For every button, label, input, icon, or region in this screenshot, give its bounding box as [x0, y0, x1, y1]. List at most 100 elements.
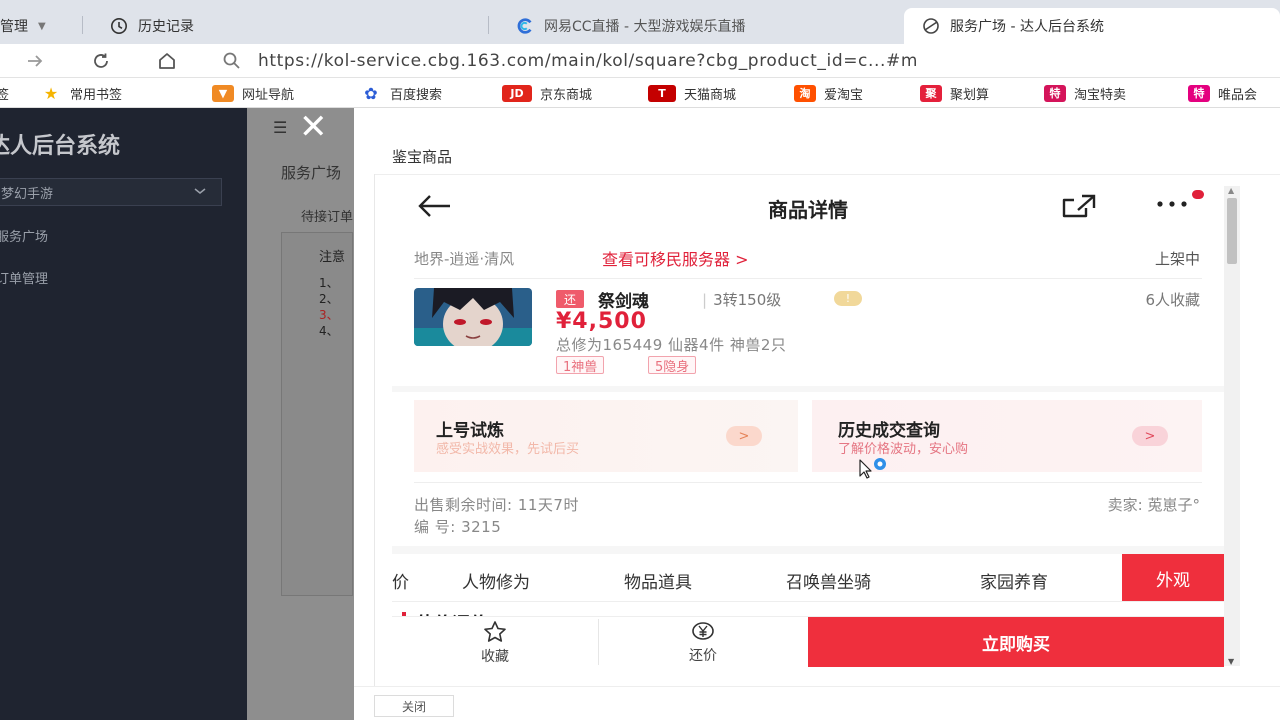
bargain-tag: 还 — [556, 290, 584, 308]
modal-title: 鉴宝商品 — [392, 148, 453, 166]
star-icon — [483, 620, 507, 646]
product-detail-frame: 商品详情 地界-逍遥·清风 查看可移民服务器 > 上架中 还 祭剑魂 | 3转1… — [392, 178, 1224, 668]
close-icon[interactable]: ✕ — [299, 110, 328, 144]
bookmark-tmall[interactable]: T 天猫商城 — [648, 84, 736, 103]
tab-appearance[interactable]: 外观 — [1122, 554, 1224, 602]
admin-sidebar: 达人后台系统 梦幻手游 服务广场 订单管理 — [0, 108, 247, 720]
character-level: | 3转150级 — [702, 291, 782, 309]
breadcrumb: 服务广场 — [281, 164, 342, 182]
price: ¥4,500 — [556, 309, 647, 334]
card-subtitle: 了解价格波动，安心购 — [838, 442, 969, 457]
bookmark-baidu[interactable]: ✿ 百度搜索 — [360, 83, 443, 103]
tab-price[interactable]: 价 — [392, 568, 409, 593]
favorite-label: 收藏 — [481, 649, 509, 665]
more-icon[interactable] — [1154, 194, 1194, 218]
notice-line: 3、 — [319, 308, 339, 322]
chevron-down-icon — [193, 184, 207, 202]
tmall-icon: T — [648, 84, 676, 102]
bookmark-partial[interactable]: 签 — [0, 84, 9, 103]
bookmark-label: 唯品会 — [1218, 87, 1258, 103]
yen-icon — [691, 621, 715, 645]
sidebar-item-orders[interactable]: 订单管理 — [0, 268, 48, 287]
tab-history[interactable]: 历史记录 — [110, 8, 290, 44]
home-icon[interactable] — [156, 50, 178, 72]
tab-admin[interactable]: 管理 ▼ — [0, 8, 80, 44]
seller-name: 卖家: 莵崽子° — [1107, 496, 1200, 514]
tab-label: 管理 — [0, 19, 28, 35]
bookmark-label: 爱淘宝 — [824, 87, 864, 103]
bargain-button[interactable]: 还价 — [598, 617, 808, 668]
history-icon — [110, 17, 128, 35]
appraisal-modal: 鉴宝商品 商品详情 地界-逍遥·清风 查看可移民服务器 > 上架中 还 祭剑魂 … — [354, 108, 1280, 720]
bookmark-jd[interactable]: JD 京东商城 — [502, 84, 592, 103]
bookmarks-bar: 签 ★ 常用书签 ▼ 网址导航 ✿ 百度搜索 JD 京东商城 T 天猫商城 淘 … — [0, 78, 1280, 108]
tab-label: 网易CC直播 - 大型游戏娱乐直播 — [544, 19, 746, 35]
scrollbar-thumb[interactable] — [1227, 198, 1237, 264]
server-name: 地界-逍遥·清风 — [414, 250, 515, 268]
divider — [414, 278, 1202, 279]
reload-icon[interactable] — [90, 50, 112, 72]
buy-now-button[interactable]: 立即购买 — [808, 617, 1224, 667]
sidebar-item-square[interactable]: 服务广场 — [0, 226, 48, 245]
game-select[interactable]: 梦幻手游 — [0, 178, 222, 206]
category-tabs: 价 人物修为 物品道具 召唤兽坐骑 家园养育 外观 — [392, 554, 1224, 602]
site-icon — [922, 17, 940, 35]
tab-home[interactable]: 家园养育 — [980, 568, 1048, 593]
migrate-server-link[interactable]: 查看可移民服务器 > — [602, 246, 749, 270]
vip-icon: 特 — [1188, 84, 1210, 102]
feature-chip: 5隐身 — [648, 356, 697, 375]
favorite-count: 6人收藏 — [1145, 291, 1200, 309]
info-icon[interactable]: ! — [834, 291, 862, 306]
admin-title: 达人后台系统 — [0, 134, 121, 159]
tab-separator — [82, 16, 83, 34]
frame-border — [374, 174, 375, 686]
tab-pets-mounts[interactable]: 召唤兽坐骑 — [786, 568, 871, 593]
favorite-button[interactable]: 收藏 — [392, 617, 598, 668]
trial-card[interactable]: 上号试炼 感受实战效果，先试后买 > — [414, 400, 798, 472]
detail-header: 商品详情 — [392, 178, 1224, 234]
chevron-down-icon[interactable]: ▼ — [38, 21, 46, 32]
section-gap — [392, 546, 1224, 554]
baidu-paw-icon: ✿ — [364, 83, 378, 103]
star-icon: ★ — [43, 83, 59, 103]
divider — [354, 686, 1280, 687]
mouse-cursor-icon — [858, 458, 894, 484]
bottom-action-bar: 收藏 还价 立即购买 — [392, 616, 1224, 668]
bookmark-taobao-sale[interactable]: 特 淘宝特卖 — [1044, 84, 1126, 103]
tab-kol-service[interactable]: 服务广场 - 达人后台系统 — [904, 8, 1280, 44]
card-subtitle: 感受实战效果，先试后买 — [436, 442, 580, 457]
juhuasuan-icon: 聚 — [920, 84, 942, 102]
remaining-time: 出售剩余时间: 11天7时 — [414, 496, 579, 514]
url-field[interactable]: https://kol-service.cbg.163.com/main/kol… — [222, 46, 1280, 76]
tab-separator — [488, 16, 489, 34]
game-select-value: 梦幻手游 — [1, 186, 54, 202]
tab-pending[interactable]: 待接订单 — [301, 206, 353, 225]
cc-live-icon — [516, 17, 534, 35]
divider — [392, 601, 1224, 602]
bookmark-vip[interactable]: 特 唯品会 — [1188, 84, 1258, 103]
share-icon[interactable] — [1060, 192, 1098, 224]
tab-items[interactable]: 物品道具 — [624, 568, 692, 593]
search-icon — [222, 51, 242, 71]
close-button[interactable]: 关闭 — [374, 695, 454, 717]
menu-toggle-icon[interactable]: ☰ — [273, 118, 287, 137]
frame-border — [374, 174, 1280, 175]
forward-icon[interactable] — [24, 50, 46, 72]
bookmark-label: 百度搜索 — [390, 87, 443, 103]
bookmark-nav[interactable]: ▼ 网址导航 — [212, 84, 295, 103]
bookmark-juhuasuan[interactable]: 聚 聚划算 — [920, 84, 989, 103]
bookmark-aitaobao[interactable]: 淘 爱淘宝 — [794, 84, 864, 103]
bookmark-label: 网址导航 — [242, 87, 295, 103]
scroll-down-icon[interactable]: ▼ — [1228, 657, 1234, 666]
notice-line: 2、 — [319, 292, 339, 306]
tab-label: 历史记录 — [138, 19, 194, 35]
notification-dot — [1192, 190, 1204, 199]
character-stats: 总修为165449 仙器4件 神兽2只 — [556, 336, 787, 354]
chevron-right-icon: > — [1132, 426, 1168, 446]
tab-cc-live[interactable]: 网易CC直播 - 大型游戏娱乐直播 — [516, 8, 876, 44]
scrollbar[interactable]: ▲ ▼ — [1224, 186, 1240, 666]
tab-cultivation[interactable]: 人物修为 — [462, 568, 530, 593]
bookmark-common[interactable]: ★ 常用书签 — [40, 83, 122, 103]
scroll-up-icon[interactable]: ▲ — [1228, 186, 1234, 195]
address-bar: https://kol-service.cbg.163.com/main/kol… — [0, 44, 1280, 132]
